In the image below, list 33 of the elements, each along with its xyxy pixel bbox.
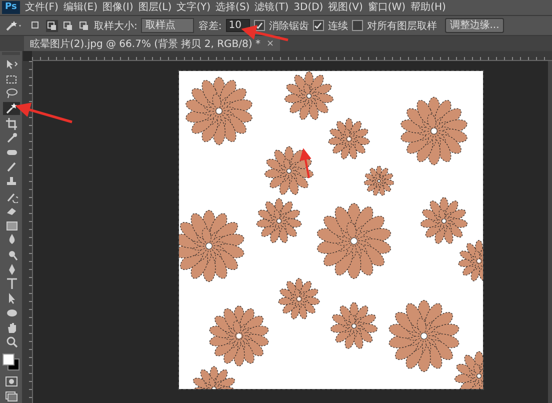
- tolerance-field[interactable]: 10: [226, 19, 250, 32]
- menu-item[interactable]: 选择(S): [216, 1, 250, 14]
- menu-item[interactable]: 滤镜(T): [254, 1, 289, 14]
- sample-size-label: 取样大小:: [94, 20, 138, 32]
- checkbox-label: 对所有图层取样: [366, 20, 437, 32]
- app-logo: Ps: [2, 1, 20, 14]
- document-tab[interactable]: 眩晕图片(2).jpg @ 66.7% (背景 拷贝 2, RGB/8) * ×: [24, 36, 280, 51]
- magic-wand-icon[interactable]: [4, 20, 22, 32]
- annotation-arrow: [300, 148, 312, 178]
- wand-tool-icon[interactable]: [2, 102, 20, 116]
- tolerance-label: 容差:: [198, 20, 222, 32]
- menu-item[interactable]: 窗口(W): [368, 1, 406, 14]
- annotation-arrow: [15, 102, 72, 124]
- refine-edge-button[interactable]: 调整边缘...: [444, 18, 504, 33]
- menu-item[interactable]: 文字(Y): [176, 1, 211, 14]
- color-swatches-icon[interactable]: [2, 352, 20, 371]
- add-selection-icon[interactable]: [46, 20, 58, 32]
- menu-item[interactable]: 文件(F): [24, 1, 58, 14]
- menu-item[interactable]: 视图(V): [328, 1, 363, 14]
- menu-item[interactable]: 3D(D): [294, 1, 324, 14]
- menu-item[interactable]: 帮助(H): [410, 1, 446, 14]
- quick-mask-icon[interactable]: [2, 374, 20, 388]
- close-button[interactable]: ×: [266, 38, 274, 48]
- screen-mode-icon[interactable]: [2, 389, 20, 403]
- sample-size-dropdown[interactable]: 取样点: [141, 18, 194, 33]
- checkbox-label: 消除锯齿: [268, 20, 309, 32]
- checkbox-label: 连续: [328, 20, 348, 32]
- menu-item[interactable]: 编辑(E): [63, 1, 98, 14]
- menu-item[interactable]: 图像(I): [102, 1, 134, 14]
- checkbox[interactable]: [352, 20, 363, 31]
- document-tab-title: 眩晕图片(2).jpg @ 66.7% (背景 拷贝 2, RGB/8) *: [30, 38, 260, 50]
- checkbox[interactable]: [312, 20, 324, 31]
- menu-item[interactable]: 图层(L): [138, 1, 172, 14]
